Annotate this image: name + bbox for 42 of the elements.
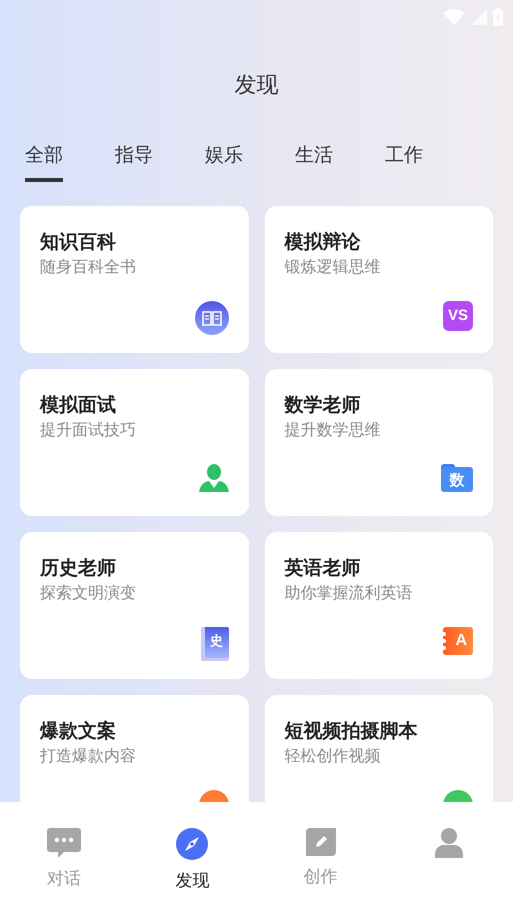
category-tab[interactable]: 全部 — [25, 140, 63, 184]
battery-icon — [493, 8, 503, 26]
person-icon — [198, 464, 228, 492]
edit-icon — [306, 828, 336, 856]
nav-tab[interactable]: 发现 — [128, 802, 256, 912]
card-title: 模拟面试 — [40, 394, 117, 418]
card-title: 英语老师 — [284, 557, 362, 581]
card-subtitle: 探索文明演变 — [40, 584, 137, 604]
assistant-card[interactable]: 模拟面试 提升面试技巧 — [20, 369, 248, 516]
card-title: 模拟辩论 — [284, 230, 362, 255]
assistant-card[interactable]: 模拟辩论 锻炼逻辑思维 VS — [264, 206, 493, 353]
card-subtitle: 助你掌握流利英语 — [284, 584, 414, 604]
card-title: 历史老师 — [40, 557, 117, 581]
page-title: 发现 — [234, 70, 278, 98]
card-title: 知识百科 — [40, 231, 117, 255]
category-tab[interactable]: 生活 — [295, 140, 333, 184]
book-icon: 史 — [200, 627, 228, 661]
card-title: 短视频拍摄脚本 — [284, 720, 418, 744]
vs-icon: VS — [443, 301, 473, 331]
category-tab[interactable]: 娱乐 — [205, 140, 243, 184]
assistant-card[interactable]: 知识百科 随身百科全书 — [20, 206, 248, 353]
card-subtitle: 随身百科全书 — [40, 258, 137, 278]
notebook-icon: A — [443, 627, 473, 655]
category-tab[interactable]: 工作 — [385, 140, 423, 184]
assistant-card[interactable]: 英语老师 助你掌握流利英语 A — [264, 532, 493, 679]
assistant-card[interactable]: 短视频拍摄脚本 轻松创作视频 — [264, 695, 493, 802]
profile-icon — [434, 828, 463, 858]
card-title: 爆款文案 — [40, 719, 117, 744]
assistant-card[interactable]: 数学老师 提升数学思维 数 — [264, 369, 493, 516]
assistant-card[interactable]: 爆款文案 打造爆款内容 — [20, 695, 248, 802]
card-subtitle: 轻松创作视频 — [284, 746, 382, 767]
card-title: 数学老师 — [284, 394, 362, 418]
folder-icon: 数 — [441, 464, 473, 492]
card-subtitle: 锻炼逻辑思维 — [284, 258, 382, 278]
card-subtitle: 打造爆款内容 — [40, 746, 137, 767]
category-tab[interactable]: 指导 — [115, 140, 153, 184]
compass-icon — [176, 828, 208, 860]
card-subtitle: 提升面试技巧 — [40, 420, 137, 441]
book-icon — [194, 301, 228, 335]
card-subtitle: 提升数学思维 — [284, 420, 382, 441]
chat-icon — [47, 828, 82, 858]
assistant-card[interactable]: 历史老师 探索文明演变 史 — [20, 532, 248, 679]
